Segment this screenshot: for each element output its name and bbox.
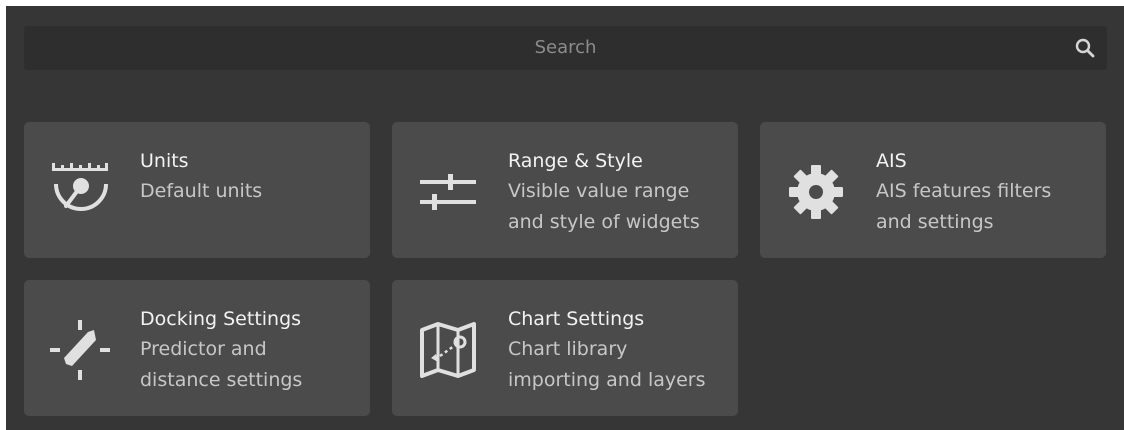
card-description: AIS features filters and settings xyxy=(876,180,1052,233)
docking-icon xyxy=(50,320,110,380)
search-icon[interactable] xyxy=(1073,36,1097,60)
docking-settings-card[interactable]: Docking Settings Predictor and distance … xyxy=(24,280,370,416)
card-title: AIS xyxy=(876,150,907,172)
card-description: Default units xyxy=(140,180,263,202)
ais-card[interactable]: AIS AIS features filters and settings xyxy=(760,122,1106,258)
card-description: Visible value range and style of widgets xyxy=(508,180,700,233)
card-title: Chart Settings xyxy=(508,308,645,330)
settings-panel: Search Units Default units Range & Style… xyxy=(6,6,1124,430)
card-title: Units xyxy=(140,150,189,172)
sliders-icon xyxy=(420,174,476,210)
gauge-icon xyxy=(52,163,108,211)
card-description: Chart library importing and layers xyxy=(508,338,706,391)
gear-icon xyxy=(789,165,843,219)
search-input[interactable]: Search xyxy=(24,26,1107,70)
card-title: Range & Style xyxy=(508,150,643,172)
card-description: Predictor and distance settings xyxy=(140,338,303,391)
card-title: Docking Settings xyxy=(140,308,302,330)
search-placeholder: Search xyxy=(534,37,597,58)
map-icon xyxy=(420,322,476,378)
units-card[interactable]: Units Default units xyxy=(24,122,370,258)
range-style-card[interactable]: Range & Style Visible value range and st… xyxy=(392,122,738,258)
chart-settings-card[interactable]: Chart Settings Chart library importing a… xyxy=(392,280,738,416)
